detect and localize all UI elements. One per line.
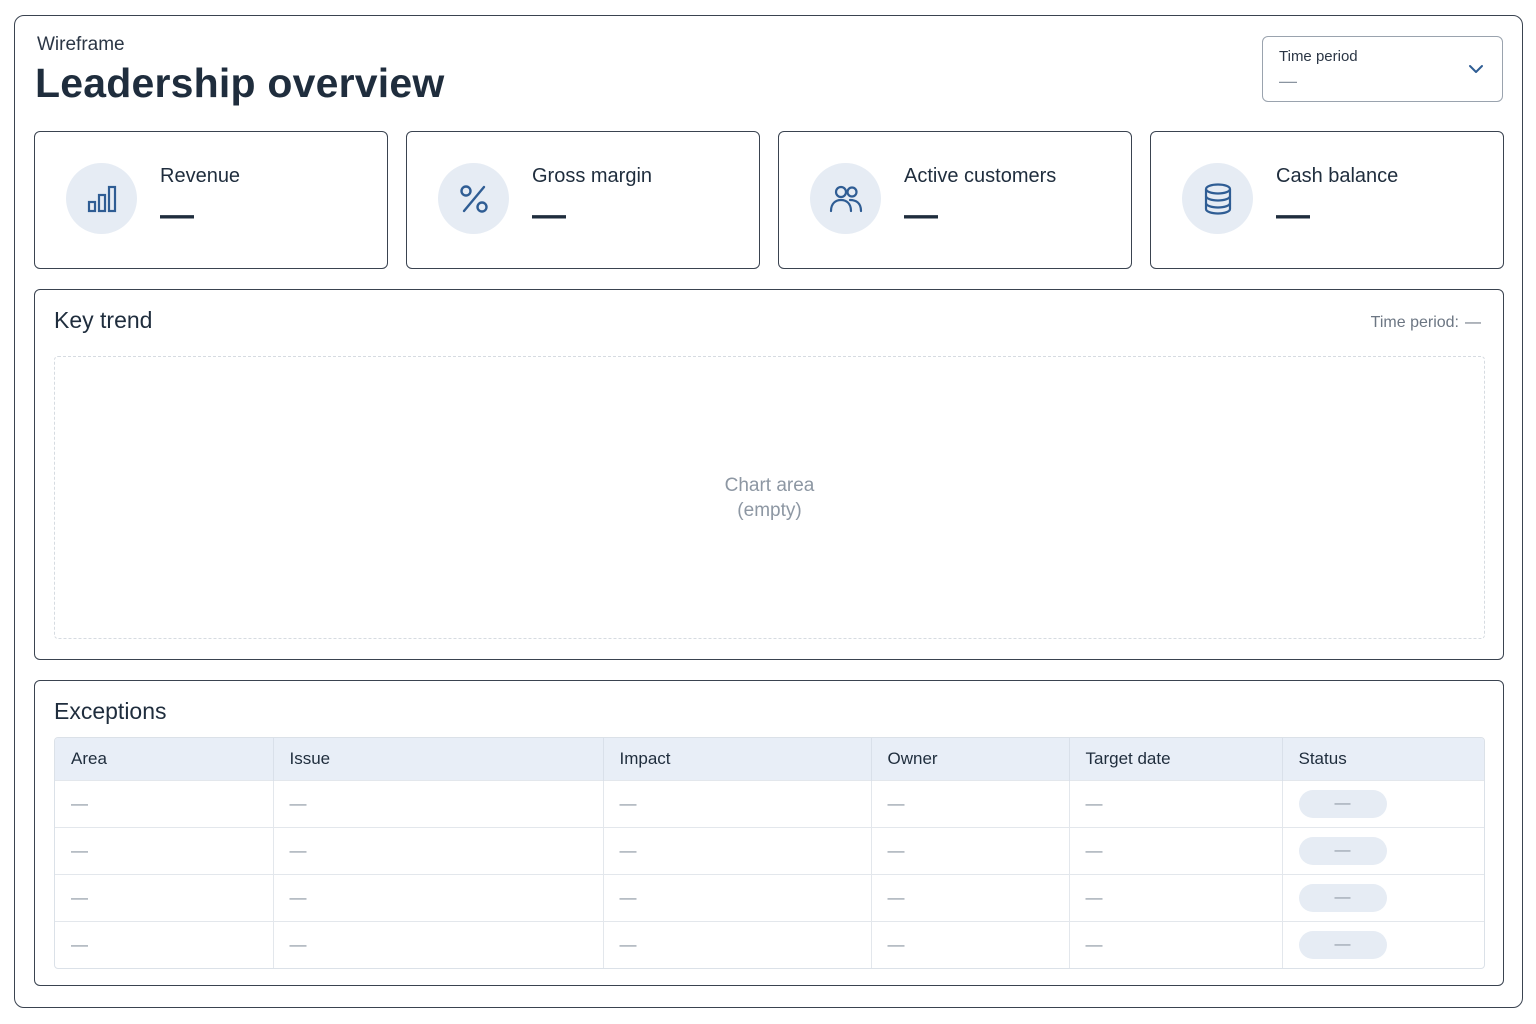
cell-owner: — — [871, 826, 1070, 874]
kpi-icon-circle — [66, 163, 137, 234]
kpi-card-active-customers: Active customers — — [778, 131, 1132, 269]
kpi-label: Active customers — [904, 165, 1057, 187]
cell-status: — — [1282, 920, 1484, 968]
cell-status: — — [1282, 826, 1484, 874]
column-header-area[interactable]: Area — [55, 738, 274, 780]
cell-owner: — — [871, 779, 1070, 827]
key-trend-panel: Key trend Time period: — Chart area (empt… — [34, 289, 1504, 660]
cell-impact: — — [603, 779, 872, 827]
cell-target-date: — — [1069, 873, 1283, 921]
table-row[interactable]: — — — — — — — [55, 826, 1484, 874]
status-badge: — — [1298, 930, 1387, 959]
page-title: Leadership overview — [35, 60, 445, 106]
time-period-select[interactable]: Time period — — [1262, 36, 1503, 102]
kpi-card-revenue: Revenue — — [34, 131, 388, 269]
cell-target-date: — — [1069, 826, 1283, 874]
cell-owner: — — [871, 920, 1070, 968]
kpi-label: Cash balance — [1276, 165, 1399, 187]
bar-chart-icon — [87, 185, 116, 212]
exceptions-panel: Exceptions Area Issue Impact Owner Targe… — [34, 680, 1504, 986]
kpi-icon-circle — [810, 163, 881, 234]
chart-placeholder-subtext: (empty) — [737, 499, 802, 521]
table-row[interactable]: — — — — — — — [55, 873, 1484, 921]
cell-area: — — [55, 920, 274, 968]
users-icon — [829, 185, 862, 212]
cell-target-date: — — [1069, 779, 1283, 827]
table-row[interactable]: — — — — — — — [55, 779, 1484, 827]
cell-area: — — [55, 826, 274, 874]
time-period-value: — — [1279, 71, 1297, 91]
cell-target-date: — — [1069, 920, 1283, 968]
cell-owner: — — [871, 873, 1070, 921]
kpi-value: — — [1276, 196, 1310, 234]
key-trend-period-label: Time period: — [1370, 314, 1459, 331]
cell-area: — — [55, 873, 274, 921]
key-trend-period: Time period: — — [1371, 314, 1481, 332]
cell-status: — — [1282, 873, 1484, 921]
table-header-row: Area Issue Impact Owner Target date Stat… — [55, 738, 1484, 780]
kpi-value: — — [532, 196, 566, 234]
exceptions-table: Area Issue Impact Owner Target date Stat… — [54, 737, 1485, 969]
chart-area-placeholder: Chart area (empty) — [54, 356, 1485, 639]
status-badge: — — [1298, 883, 1387, 912]
column-header-owner[interactable]: Owner — [871, 738, 1070, 780]
kpi-value: — — [160, 196, 194, 234]
cell-impact: — — [603, 920, 872, 968]
chart-placeholder-text: Chart area — [724, 474, 815, 496]
database-icon — [1204, 182, 1231, 215]
kpi-card-cash-balance: Cash balance — — [1150, 131, 1504, 269]
dashboard-frame: Wireframe Leadership overview Time perio… — [14, 15, 1523, 1008]
key-trend-title: Key trend — [54, 307, 153, 333]
page-eyebrow: Wireframe — [37, 34, 125, 55]
cell-area: — — [55, 779, 274, 827]
kpi-label: Revenue — [160, 165, 241, 187]
cell-issue: — — [273, 920, 604, 968]
column-header-target-date[interactable]: Target date — [1069, 738, 1283, 780]
cell-impact: — — [603, 826, 872, 874]
column-header-impact[interactable]: Impact — [603, 738, 872, 780]
kpi-icon-circle — [1182, 163, 1253, 234]
cell-issue: — — [273, 826, 604, 874]
status-badge: — — [1298, 789, 1387, 818]
kpi-value: — — [904, 196, 938, 234]
column-header-issue[interactable]: Issue — [273, 738, 604, 780]
key-trend-period-value: — — [1465, 314, 1481, 331]
column-header-status[interactable]: Status — [1282, 738, 1484, 780]
status-badge: — — [1298, 836, 1387, 865]
time-period-label: Time period — [1279, 48, 1358, 65]
exceptions-title: Exceptions — [54, 698, 167, 724]
percent-icon — [459, 184, 488, 213]
kpi-icon-circle — [438, 163, 509, 234]
table-row[interactable]: — — — — — — — [55, 920, 1484, 968]
cell-issue: — — [273, 779, 604, 827]
cell-issue: — — [273, 873, 604, 921]
kpi-label: Gross margin — [532, 165, 653, 187]
chevron-down-icon — [1469, 65, 1483, 73]
cell-impact: — — [603, 873, 872, 921]
cell-status: — — [1282, 779, 1484, 827]
kpi-card-gross-margin: Gross margin — — [406, 131, 760, 269]
